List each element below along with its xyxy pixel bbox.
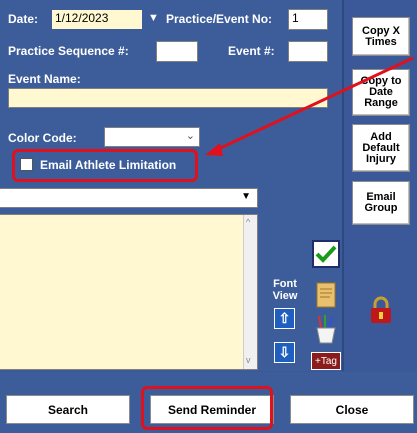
close-button[interactable]: Close [290, 395, 414, 424]
highlight-send-reminder [141, 386, 273, 430]
search-button[interactable]: Search [6, 395, 130, 424]
annotation-arrow [205, 56, 414, 156]
